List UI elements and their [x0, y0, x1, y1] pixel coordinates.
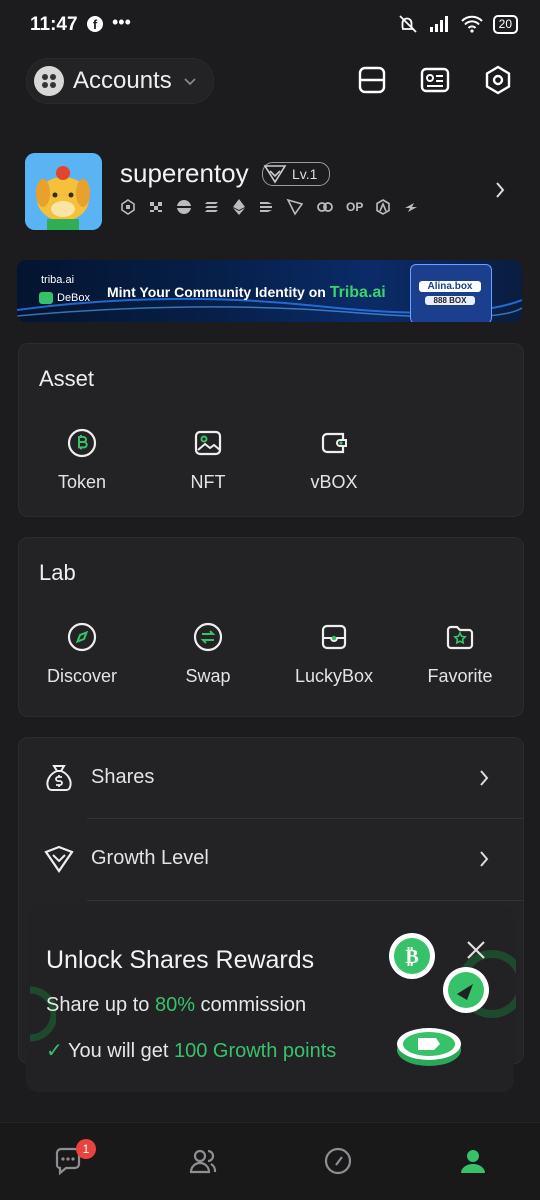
popup-growth-line: ✓ You will get 100 Growth points: [46, 1040, 337, 1062]
wallet-icon: [321, 432, 347, 454]
triba-banner[interactable]: triba.ai DeBox Mint Your Community Ident…: [17, 260, 522, 322]
signal-icon: [429, 16, 448, 32]
wifi-icon: [460, 15, 483, 33]
token-label: Token: [57, 472, 107, 492]
check-icon: ✓: [46, 1040, 63, 1062]
shares-chevron-right-icon: [480, 770, 489, 786]
close-icon[interactable]: [464, 938, 488, 962]
zks-chain-icon: [150, 202, 162, 212]
banner-card-amount: 888 BOX: [425, 296, 475, 305]
swap-icon: [193, 622, 223, 652]
lab-card: Lab Discover Swap LuckyBox Favorite: [18, 537, 524, 717]
compass-icon: [67, 622, 97, 652]
favorite-label: Favorite: [427, 666, 493, 686]
facebook-icon: f: [87, 16, 103, 32]
luckybox-icon: [321, 624, 347, 650]
vbox-item[interactable]: vBOX: [271, 428, 397, 493]
popup-commission-line: Share up to 80% commission: [46, 994, 307, 1016]
level-heart-icon: [263, 165, 287, 184]
base-chain-icon: [177, 200, 191, 214]
vbox-label: vBOX: [310, 472, 358, 492]
menu-divider-2: [87, 900, 523, 901]
swap-label: Swap: [185, 666, 231, 686]
shares-label: Shares: [91, 766, 155, 788]
vbox-coin-icon: [443, 967, 489, 1013]
banner-card-name: Alina.box: [419, 281, 481, 292]
profile-nav-icon[interactable]: [457, 1145, 489, 1177]
debox-brand: DeBox: [39, 292, 90, 304]
shares-rewards-popup: Unlock Shares Rewards Share up to 80% co…: [26, 906, 516, 1092]
chain-list: OP: [120, 198, 419, 216]
growth-chevron-right-icon: [480, 851, 489, 867]
chevron-down-icon: [184, 78, 196, 86]
accounts-switcher[interactable]: Accounts: [26, 58, 214, 104]
bnb-chain-icon: [121, 199, 135, 215]
scan-button[interactable]: [354, 62, 390, 98]
heart-badge-icon: [44, 845, 74, 873]
asset-title: Asset: [39, 366, 95, 391]
banner-phone-card: Alina.box 888 BOX: [410, 264, 492, 322]
token-stack-icon: [397, 1028, 461, 1066]
linea-chain-icon: [260, 202, 272, 212]
triba-brand: triba.ai: [41, 274, 75, 286]
nft-label: NFT: [190, 472, 226, 492]
bitcoin-coin-icon: ₿: [389, 933, 435, 979]
bitcoin-icon: [67, 428, 97, 458]
blast-chain-icon: [405, 203, 418, 212]
solana-chain-icon: [205, 202, 218, 212]
level-badge[interactable]: Lv.1: [262, 162, 330, 186]
bottom-nav: [0, 1122, 540, 1200]
level-label: Lv.1: [292, 166, 318, 182]
status-icons: 20: [397, 14, 518, 34]
discover-item[interactable]: Discover: [19, 622, 145, 687]
tron-chain-icon: [286, 198, 304, 216]
svg-text:₿: ₿: [405, 944, 418, 968]
banner-text: Mint Your Community Identity on Triba.ai: [107, 284, 386, 301]
settings-button[interactable]: [480, 62, 516, 98]
shares-row[interactable]: Shares: [19, 738, 523, 818]
status-time: 11:47: [30, 14, 78, 35]
nft-item[interactable]: NFT: [145, 428, 271, 493]
link-chain-icon: [317, 202, 333, 212]
profile-chevron-right-icon[interactable]: [492, 180, 508, 200]
image-icon: [194, 430, 222, 456]
dog-avatar-icon: [25, 153, 102, 230]
id-card-icon: [420, 67, 450, 93]
token-item[interactable]: Token: [19, 428, 145, 493]
profile-card-button[interactable]: [417, 62, 453, 98]
discover-label: Discover: [46, 666, 117, 686]
popup-title: Unlock Shares Rewards: [46, 946, 315, 974]
favorite-item[interactable]: Favorite: [397, 622, 523, 687]
money-bag-icon: [46, 765, 72, 791]
op-chain-icon: OP: [346, 200, 364, 214]
swap-item[interactable]: Swap: [145, 622, 271, 687]
arb-chain-icon: [376, 199, 391, 215]
contacts-icon[interactable]: [187, 1145, 219, 1177]
mute-icon: [399, 15, 417, 33]
growth-level-label: Growth Level: [91, 847, 209, 869]
avatar[interactable]: [25, 153, 102, 230]
chat-badge: 1: [76, 1139, 96, 1159]
accounts-grid-icon: [34, 66, 64, 96]
luckybox-label: LuckyBox: [294, 666, 374, 686]
debox-logo-icon: [39, 292, 53, 304]
accounts-label: Accounts: [73, 67, 172, 94]
lab-title: Lab: [39, 560, 76, 585]
star-folder-icon: [446, 625, 474, 650]
more-icon: •••: [112, 12, 131, 32]
discover-nav-icon[interactable]: [322, 1145, 354, 1177]
eth-chain-icon: [233, 199, 245, 215]
username: superentoy: [120, 158, 249, 188]
settings-icon: [485, 65, 511, 95]
luckybox-item[interactable]: LuckyBox: [271, 622, 397, 687]
scan-icon: [358, 66, 386, 94]
battery-indicator: 20: [492, 14, 518, 34]
growth-level-row[interactable]: Growth Level: [19, 819, 523, 899]
asset-card: Asset Token NFT vBOX: [18, 343, 524, 517]
